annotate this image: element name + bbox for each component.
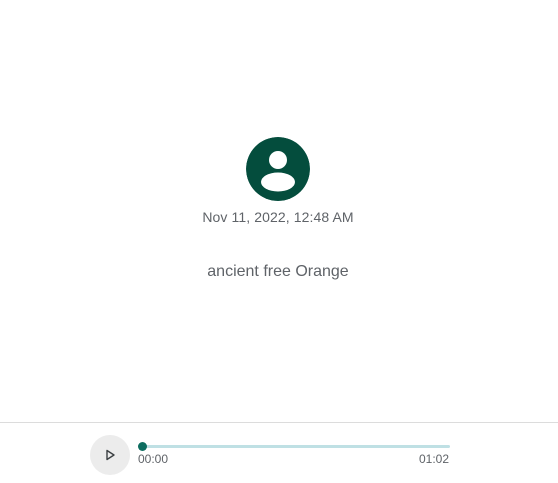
progress-thumb[interactable] (138, 442, 147, 451)
progress-slider[interactable] (138, 442, 450, 451)
message-text: ancient free Orange (207, 263, 349, 280)
play-icon (106, 449, 115, 461)
message-timestamp: Nov 11, 2022, 12:48 AM (202, 209, 354, 225)
avatar (246, 137, 310, 201)
total-time: 01:02 (419, 452, 450, 466)
divider (0, 422, 558, 423)
current-time: 00:00 (138, 452, 169, 466)
person-circle-icon (246, 137, 310, 201)
audio-message-view: Nov 11, 2022, 12:48 AM ancient free Oran… (0, 0, 558, 483)
play-button[interactable] (90, 435, 130, 475)
